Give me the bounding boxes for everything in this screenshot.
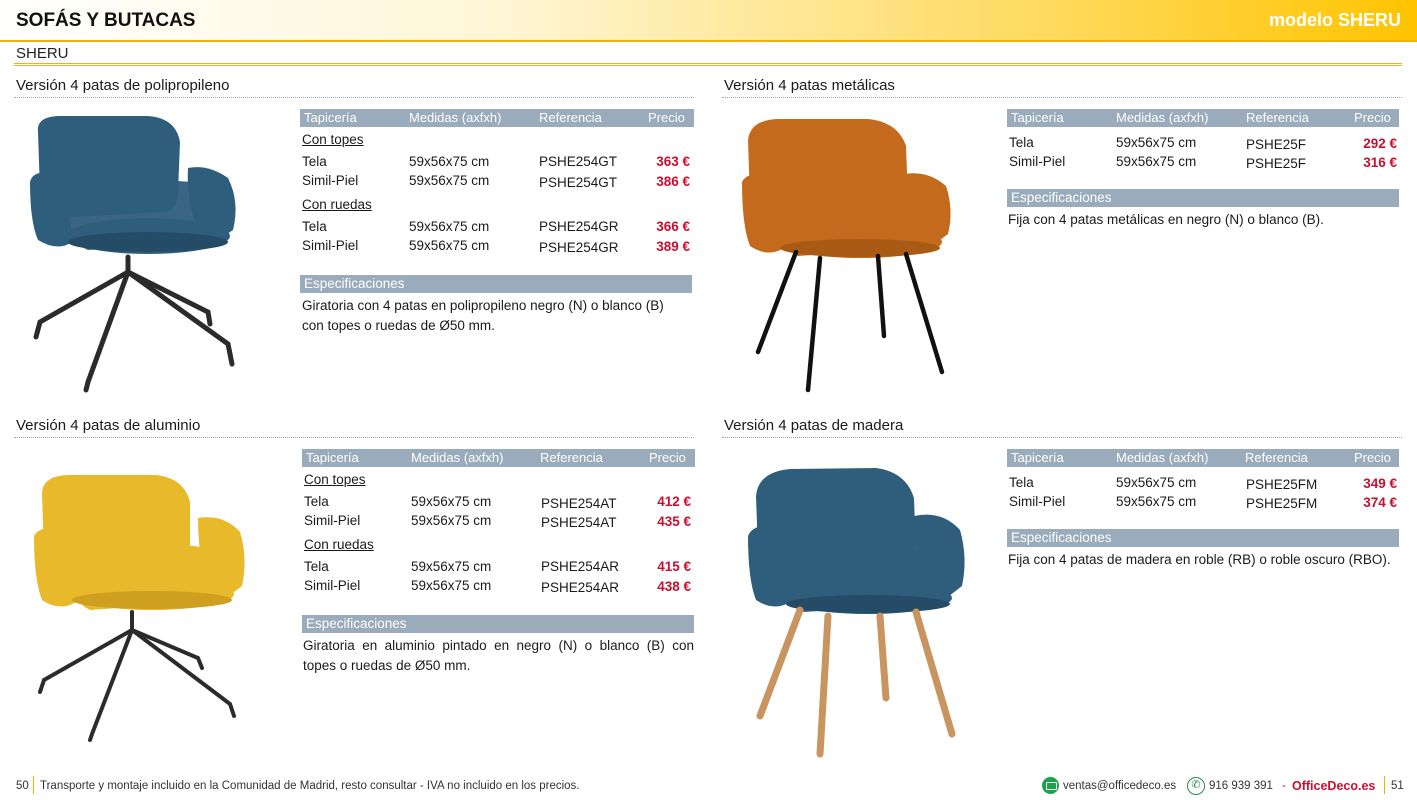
footer-email[interactable]: ventas@officedeco.es (1063, 780, 1176, 792)
table-row: Simil-Piel 59x56x75 cm PSHE254GR 389 € (302, 238, 690, 255)
spec-header: Especificaciones (1007, 529, 1399, 547)
price-table-polypropylene: Tapicería Medidas (axfxh) Referencia Pre… (300, 109, 694, 269)
section-divider (722, 437, 1402, 438)
chair-image-aluminium (34, 475, 245, 742)
table-header: Tapicería Medidas (axfxh) Referencia Pre… (1007, 109, 1399, 127)
page-number-left: 50 (16, 780, 29, 792)
spec-text-metal: Fija con 4 patas metálicas en negro (N) … (1008, 212, 1324, 227)
table-row: Tela 59x56x75 cm PSHE254AT 412 € (304, 494, 691, 511)
price-value: 349 € (1363, 476, 1397, 491)
table-row: Tela 59x56x75 cm PSHE25FM 349 € (1009, 475, 1397, 492)
footer: 50 Transporte y montaje incluido en la C… (0, 775, 1417, 800)
section-title-wood: Versión 4 patas de madera (724, 417, 904, 434)
footer-dash: - (1282, 780, 1286, 792)
group-label-topes: Con topes (302, 132, 364, 147)
spec-text-wood: Fija con 4 patas de madera en roble (RB)… (1008, 552, 1391, 567)
section-title-aluminium: Versión 4 patas de aluminio (16, 417, 201, 434)
page-number-right: 51 (1391, 780, 1404, 792)
footer-separator (33, 776, 34, 794)
section-divider (14, 437, 694, 438)
table-row: Tela 59x56x75 cm PSHE254GT 363 € (302, 154, 690, 169)
price-value: 366 € (656, 219, 690, 234)
price-value: 386 € (656, 174, 690, 189)
table-row: Tela 59x56x75 cm PSHE254AR 415 € (304, 559, 691, 574)
spec-text-polypropylene: Giratoria con 4 patas en polipropileno n… (302, 298, 664, 333)
group-label-ruedas: Con ruedas (304, 537, 374, 552)
price-value: 374 € (1363, 495, 1397, 510)
group-label-ruedas: Con ruedas (302, 197, 372, 212)
model-title: modelo SHERU (1268, 10, 1401, 30)
table-row: Simil-Piel 59x56x75 cm PSHE254AR 438 € (304, 578, 691, 595)
section-divider (14, 97, 694, 98)
table-row: Tela 59x56x75 cm PSHE254GR 366 € (302, 219, 690, 234)
spec-text-aluminium: Giratoria en aluminio pintado en negro (… (303, 638, 694, 673)
price-value: 363 € (656, 154, 690, 169)
spec-header: Especificaciones (302, 615, 694, 633)
footer-note: Transporte y montaje incluido en la Comu… (40, 780, 580, 792)
table-header: Tapicería Medidas (axfxh) Referencia Pre… (1007, 449, 1399, 467)
page-title: SOFÁS Y BUTACAS (16, 10, 196, 31)
brand-link[interactable]: OfficeDeco.es (1292, 779, 1375, 793)
price-table-metal: Tapicería Medidas (axfxh) Referencia Pre… (1007, 109, 1399, 179)
footer-separator (1384, 776, 1385, 794)
table-header: Tapicería Medidas (axfxh) Referencia Pre… (300, 109, 694, 127)
chair-image-wood (748, 468, 965, 758)
table-row: Simil-Piel 59x56x75 cm PSHE254AT 435 € (304, 513, 691, 530)
table-row: Simil-Piel 59x56x75 cm PSHE25F 316 € (1009, 154, 1397, 171)
price-value: 292 € (1363, 136, 1397, 151)
section-title-polypropylene: Versión 4 patas de polipropileno (16, 77, 230, 94)
price-table-aluminium: Tapicería Medidas (axfxh) Referencia Pre… (302, 449, 696, 609)
chair-image-polypropylene (30, 116, 236, 393)
price-value: 389 € (656, 239, 690, 254)
spec-header: Especificaciones (300, 275, 692, 293)
price-value: 316 € (1363, 155, 1397, 170)
table-row: Simil-Piel 59x56x75 cm PSHE25FM 374 € (1009, 494, 1397, 511)
header-bar: SOFÁS Y BUTACAS modelo SHERU (0, 0, 1417, 42)
table-row: Simil-Piel 59x56x75 cm PSHE254GT 386 € (302, 173, 690, 190)
chair-image-metal (742, 119, 951, 393)
price-value: 415 € (657, 559, 691, 574)
price-table-wood: Tapicería Medidas (axfxh) Referencia Pre… (1007, 449, 1399, 519)
footer-phone[interactable]: 916 939 391 (1209, 780, 1273, 792)
group-label-topes: Con topes (304, 472, 366, 487)
section-divider (722, 97, 1402, 98)
price-value: 435 € (657, 514, 691, 529)
subtitle-divider (14, 63, 1402, 66)
phone-icon: ✆ (1187, 777, 1205, 795)
mail-icon (1042, 777, 1059, 794)
price-value: 412 € (657, 494, 691, 509)
table-header: Tapicería Medidas (axfxh) Referencia Pre… (302, 449, 695, 467)
section-title-metal: Versión 4 patas metálicas (724, 77, 895, 94)
spec-header: Especificaciones (1007, 189, 1399, 207)
product-subtitle: SHERU (16, 45, 69, 62)
price-value: 438 € (657, 579, 691, 594)
table-row: Tela 59x56x75 cm PSHE25F 292 € (1009, 135, 1397, 152)
